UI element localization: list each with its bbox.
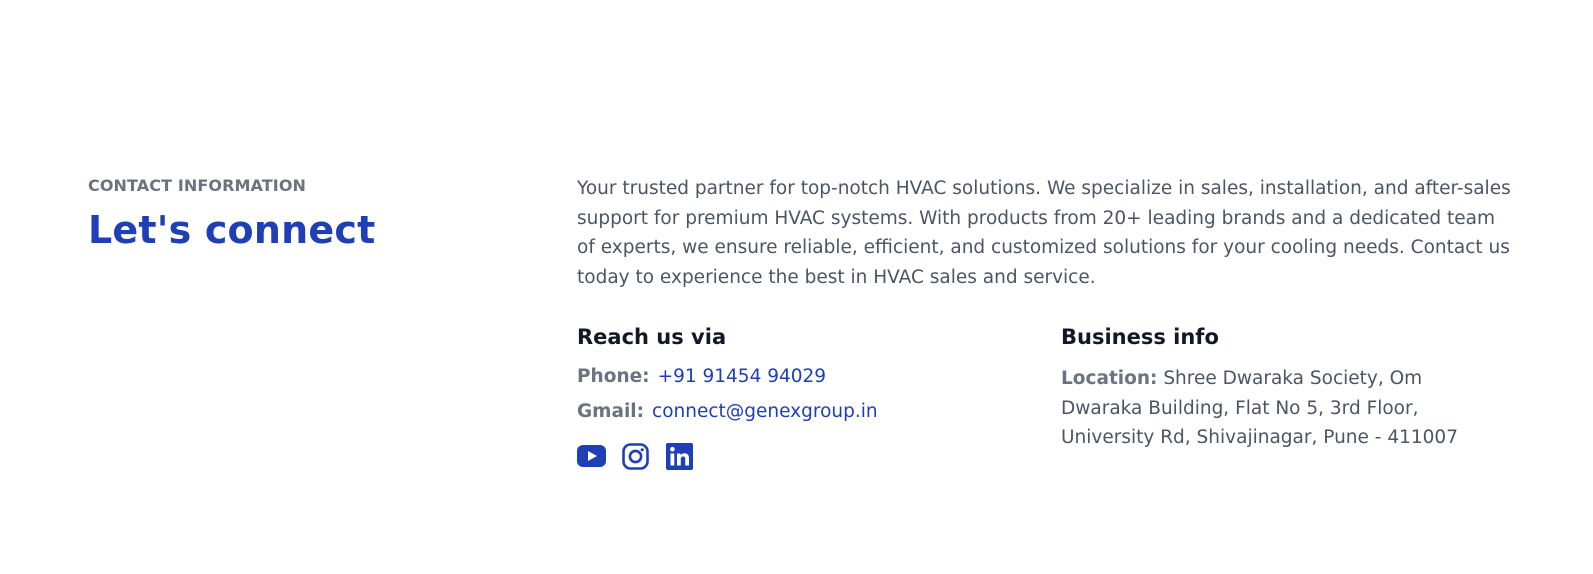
reach-us-column: Reach us via Phone: +91 91454 94029 Gmail… [576, 323, 1017, 470]
gmail-link[interactable]: connect@genexgroup.in [652, 401, 878, 422]
phone-row: Phone: +91 91454 94029 [577, 364, 1017, 390]
contact-section: CONTACT INFORMATION Let's connect Your t… [0, 0, 1593, 574]
reach-us-title: Reach us via [577, 325, 727, 349]
phone-label: Phone: [577, 366, 650, 387]
section-eyebrow: CONTACT INFORMATION [88, 176, 307, 195]
business-info-title: Business info [1061, 325, 1219, 349]
social-links [576, 442, 1017, 470]
location-label: Location: [1061, 368, 1158, 389]
gmail-label: Gmail: [577, 401, 645, 422]
youtube-icon [576, 445, 606, 467]
youtube-link[interactable] [576, 442, 606, 470]
contact-columns: Reach us via Phone: +91 91454 94029 Gmail… [576, 323, 1517, 483]
instagram-link[interactable] [621, 442, 649, 470]
about-paragraph: Your trusted partner for top-notch HVAC … [577, 178, 1511, 288]
linkedin-link[interactable] [665, 442, 693, 470]
location-block: Location: Shree Dwaraka Society, Om Dwar… [1061, 364, 1491, 453]
linkedin-icon [665, 442, 693, 470]
contact-details: Your trusted partner for top-notch HVAC … [576, 174, 1517, 483]
phone-link[interactable]: +91 91454 94029 [658, 366, 827, 387]
section-title: Let's connect [88, 208, 376, 252]
business-info-column: Business info Location: Shree Dwaraka So… [1061, 323, 1491, 453]
contact-header: CONTACT INFORMATION Let's connect [88, 176, 488, 252]
instagram-icon [621, 442, 649, 470]
gmail-row: Gmail: connect@genexgroup.in [577, 399, 1017, 425]
